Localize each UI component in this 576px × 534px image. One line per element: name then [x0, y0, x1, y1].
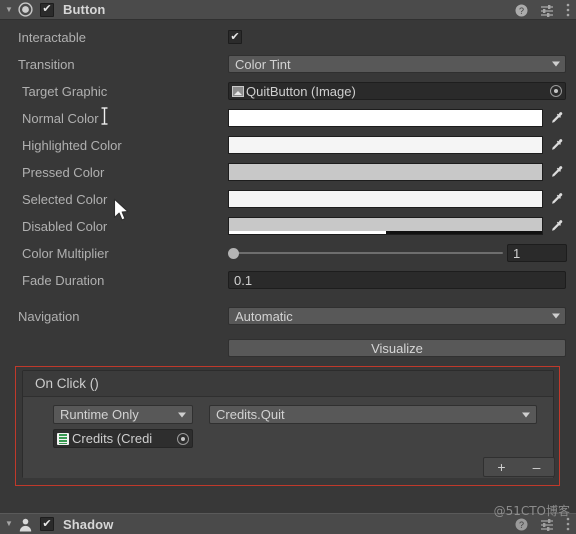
highlighted-color-swatch[interactable] [228, 136, 543, 154]
more-menu-icon-shadow[interactable] [566, 517, 570, 531]
component-header-shadow[interactable]: ▼ ✔ Shadow ? [0, 513, 576, 534]
label-navigation: Navigation [18, 308, 80, 324]
label-disabled-color: Disabled Color [22, 218, 108, 234]
navigation-dropdown[interactable]: Automatic [228, 307, 566, 325]
row-transition: Transition Color Tint [0, 51, 576, 77]
remove-event-button[interactable]: – [519, 460, 554, 474]
chevron-down-icon-navigation [552, 313, 560, 319]
button-component-icon [17, 2, 34, 18]
event-target-object-field[interactable]: Credits (Credi [53, 429, 193, 448]
row-navigation: Navigation Automatic [0, 303, 576, 329]
alpha-bar [229, 231, 542, 234]
label-normal-color: Normal Color [22, 110, 99, 126]
component-title: Button [63, 2, 106, 17]
event-call-state-value: Runtime Only [60, 407, 139, 422]
row-target-graphic: Target Graphic QuitButton (Image) [0, 78, 576, 104]
foldout-arrow-icon[interactable]: ▼ [2, 5, 16, 14]
event-method-dropdown[interactable]: Credits.Quit [209, 405, 537, 424]
event-call-state-dropdown[interactable]: Runtime Only [53, 405, 193, 424]
preset-icon-shadow[interactable] [540, 518, 554, 531]
label-interactable: Interactable [18, 29, 86, 45]
shadow-enabled-checkbox[interactable]: ✔ [40, 517, 54, 531]
normal-color-swatch[interactable] [228, 109, 543, 127]
component-header-button[interactable]: ▼ ✔ Button ? [0, 0, 576, 20]
row-fade-duration: Fade Duration 0.1 [0, 267, 576, 293]
row-pressed-color: Pressed Color [0, 159, 576, 185]
selected-color-swatch[interactable] [228, 190, 543, 208]
unity-inspector-panel: ▼ ✔ Button ? Interactable ✔ Transition C… [0, 0, 576, 534]
color-multiplier-slider[interactable] [228, 244, 503, 262]
row-highlighted-color: Highlighted Color [0, 132, 576, 158]
label-transition: Transition [18, 56, 75, 72]
eyedropper-icon-normal[interactable] [545, 108, 567, 128]
chevron-down-icon [552, 61, 560, 67]
row-selected-color: Selected Color [0, 186, 576, 212]
more-menu-icon[interactable] [566, 3, 570, 17]
svg-text:?: ? [519, 5, 524, 15]
color-multiplier-value[interactable]: 1 [507, 244, 567, 262]
watermark-text: @51CTO博客 [493, 504, 570, 518]
label-fade-duration: Fade Duration [22, 272, 105, 288]
interactable-checkbox[interactable]: ✔ [228, 30, 242, 44]
foldout-arrow-icon-shadow[interactable]: ▼ [2, 520, 16, 528]
row-visualize: Visualize [0, 335, 576, 361]
help-icon[interactable]: ? [515, 4, 528, 17]
label-color-multiplier: Color Multiplier [22, 245, 109, 261]
on-click-title: On Click () [23, 371, 553, 397]
fade-duration-input[interactable]: 0.1 [228, 271, 566, 289]
slider-track [236, 252, 503, 254]
on-click-event-block: On Click () Runtime Only Credits.Quit Cr… [22, 370, 555, 478]
svg-text:?: ? [519, 519, 524, 529]
event-add-remove-buttons: + – [483, 457, 555, 477]
row-color-multiplier: Color Multiplier 1 [0, 240, 576, 266]
object-picker-icon[interactable] [550, 85, 562, 97]
row-interactable: Interactable ✔ [0, 24, 576, 50]
eyedropper-icon-pressed[interactable] [545, 162, 567, 182]
event-target-value: Credits (Credi [72, 431, 153, 446]
row-normal-color: Normal Color [0, 105, 576, 131]
shadow-component-title: Shadow [63, 516, 114, 532]
label-highlighted-color: Highlighted Color [22, 137, 122, 153]
chevron-down-icon-call-state [178, 412, 186, 417]
chevron-down-icon-method [522, 412, 530, 417]
label-selected-color: Selected Color [22, 191, 108, 207]
label-pressed-color: Pressed Color [22, 164, 105, 180]
header-tools: ? [515, 0, 570, 20]
shadow-component-icon [17, 516, 34, 532]
event-method-value: Credits.Quit [216, 407, 285, 422]
eyedropper-icon-highlighted[interactable] [545, 135, 567, 155]
script-component-icon [57, 432, 69, 445]
target-graphic-object-field[interactable]: QuitButton (Image) [228, 82, 566, 100]
preset-icon[interactable] [540, 4, 554, 17]
pressed-color-swatch[interactable] [228, 163, 543, 181]
add-event-button[interactable]: + [484, 460, 519, 474]
image-component-icon [232, 85, 244, 97]
label-target-graphic: Target Graphic [22, 83, 108, 99]
disabled-color-swatch[interactable] [228, 217, 543, 235]
help-icon-shadow[interactable]: ? [515, 518, 528, 531]
row-disabled-color: Disabled Color [0, 213, 576, 239]
eyedropper-icon-selected[interactable] [545, 189, 567, 209]
navigation-value: Automatic [235, 308, 293, 324]
transition-dropdown[interactable]: Color Tint [228, 55, 566, 73]
visualize-button[interactable]: Visualize [228, 339, 566, 357]
component-enabled-checkbox[interactable]: ✔ [40, 2, 54, 17]
slider-knob[interactable] [228, 247, 239, 259]
on-click-entry-list: Runtime Only Credits.Quit Credits (Credi [23, 397, 553, 478]
eyedropper-icon-disabled[interactable] [545, 216, 567, 236]
transition-value: Color Tint [235, 56, 291, 72]
target-graphic-value: QuitButton (Image) [246, 83, 356, 99]
object-picker-icon-target[interactable] [177, 432, 189, 445]
